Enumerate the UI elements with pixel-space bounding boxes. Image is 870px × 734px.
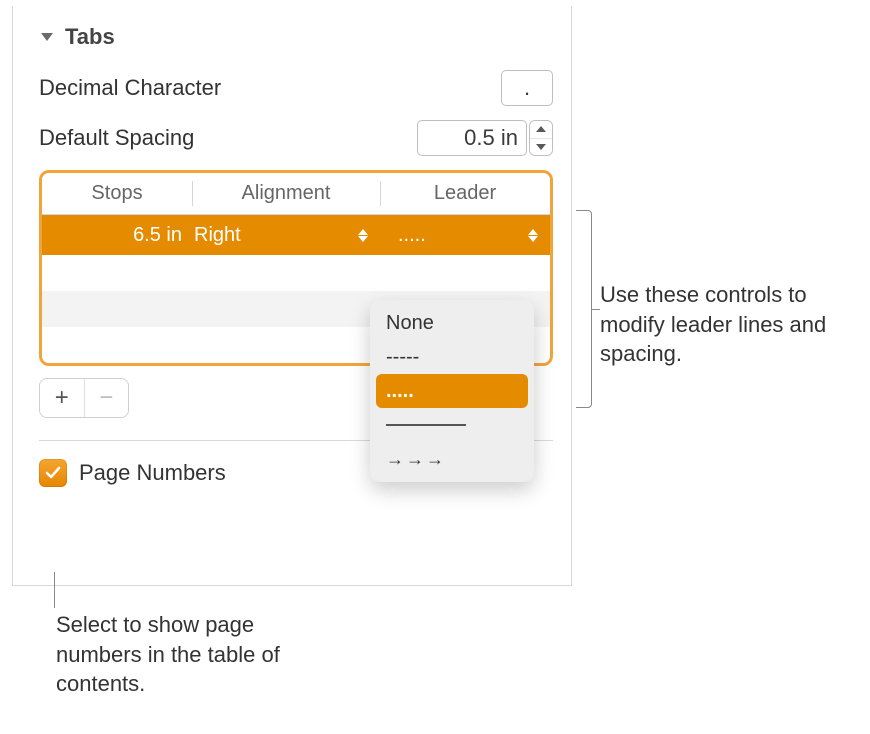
- col-leader[interactable]: Leader: [380, 173, 550, 214]
- leader-option-dashes[interactable]: -----: [376, 340, 528, 374]
- leader-option-arrows[interactable]: →→→: [376, 442, 528, 476]
- spacing-stepper[interactable]: [529, 120, 553, 156]
- page-numbers-label: Page Numbers: [79, 460, 226, 486]
- add-tab-button[interactable]: +: [40, 379, 84, 417]
- popup-arrows-icon: [358, 229, 380, 242]
- default-spacing-input[interactable]: 0.5 in: [417, 120, 527, 156]
- decimal-character-input[interactable]: .: [501, 70, 553, 106]
- leader-dropdown[interactable]: None ----- ..... →→→: [370, 300, 534, 482]
- tabs-panel: Tabs Decimal Character . Default Spacing…: [12, 6, 572, 586]
- cell-leader[interactable]: .....: [380, 224, 550, 247]
- callout-line: [54, 572, 55, 608]
- col-alignment[interactable]: Alignment: [192, 173, 380, 214]
- section-title: Tabs: [65, 24, 115, 50]
- col-stops[interactable]: Stops: [42, 173, 192, 214]
- decimal-character-row: Decimal Character .: [39, 70, 553, 106]
- decimal-character-label: Decimal Character: [39, 75, 221, 101]
- plus-icon: +: [55, 384, 69, 412]
- leader-option-dots[interactable]: .....: [376, 374, 528, 408]
- callout-page-numbers: Select to show page numbers in the table…: [56, 610, 316, 699]
- default-spacing-label: Default Spacing: [39, 125, 194, 151]
- cell-alignment[interactable]: Right: [192, 224, 380, 247]
- minus-icon: −: [99, 384, 113, 412]
- disclosure-triangle-icon[interactable]: [39, 29, 55, 45]
- popup-arrows-icon: [528, 229, 550, 242]
- default-spacing-row: Default Spacing 0.5 in: [39, 120, 553, 156]
- add-remove-control: + −: [39, 378, 129, 418]
- solid-line-icon: [386, 424, 466, 426]
- leader-option-line[interactable]: [376, 408, 528, 442]
- leader-value: .....: [398, 224, 426, 247]
- page-numbers-checkbox[interactable]: [39, 459, 67, 487]
- table-row[interactable]: 6.5 in Right .....: [42, 215, 550, 255]
- table-row-empty: [42, 255, 550, 291]
- stepper-up-icon[interactable]: [530, 121, 552, 139]
- table-header: Stops Alignment Leader: [42, 173, 550, 215]
- section-header[interactable]: Tabs: [39, 24, 553, 50]
- callout-leader: Use these controls to modify leader line…: [600, 280, 850, 369]
- leader-option-none[interactable]: None: [376, 306, 528, 340]
- alignment-value: Right: [194, 224, 241, 247]
- cell-stop[interactable]: 6.5 in: [42, 224, 192, 247]
- remove-tab-button[interactable]: −: [84, 379, 129, 417]
- stepper-down-icon[interactable]: [530, 139, 552, 156]
- callout-bracket: [576, 210, 592, 408]
